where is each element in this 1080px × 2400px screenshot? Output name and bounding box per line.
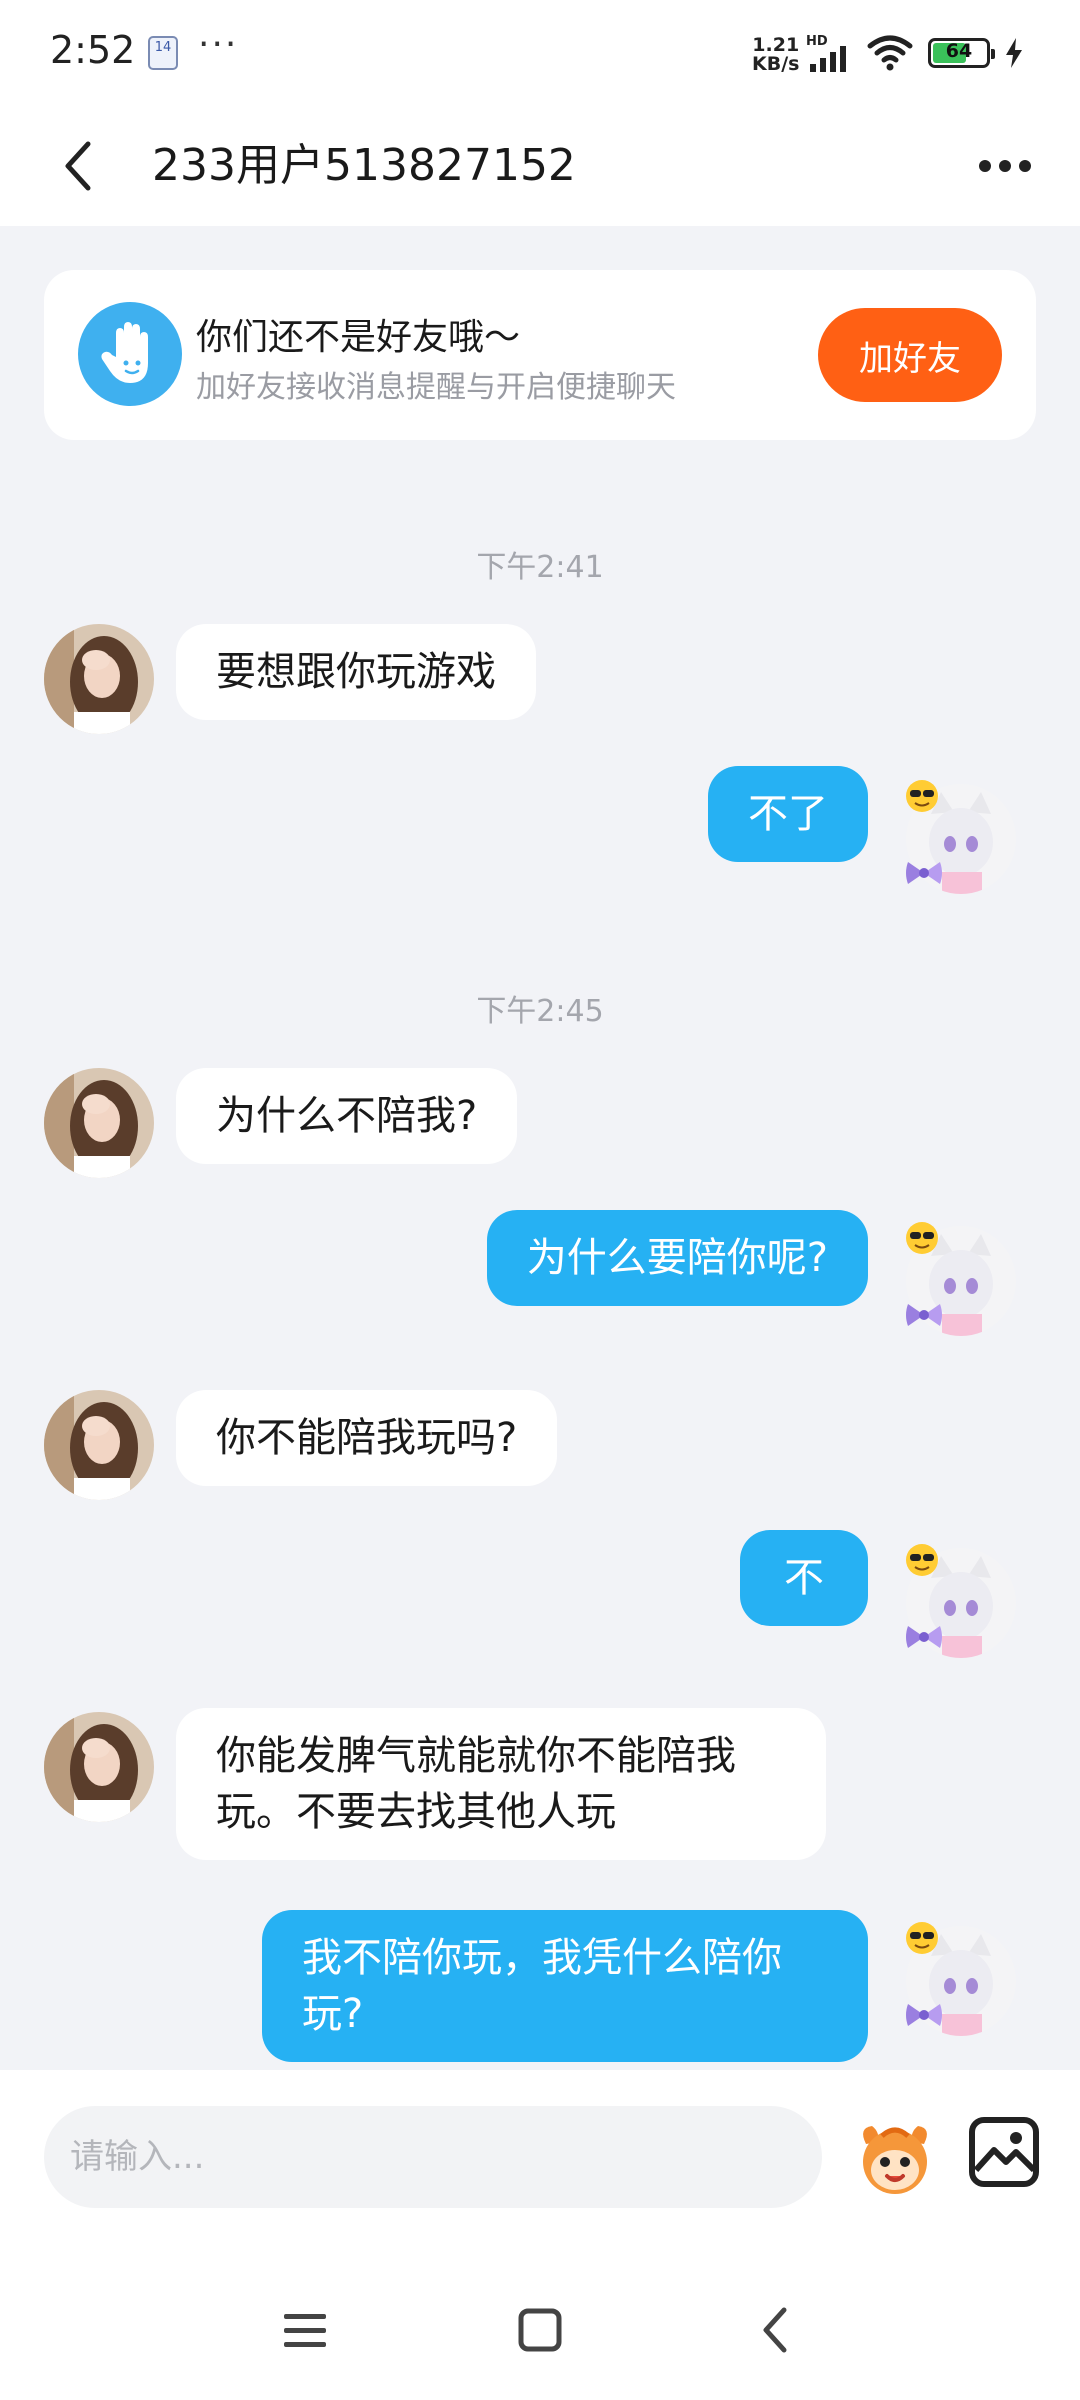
menu-icon [284,2314,326,2347]
emoji-button[interactable] [852,2114,938,2200]
cell-signal-icon [810,46,846,72]
bow-decoration-icon [906,1304,942,1326]
battery-icon: 64 [928,38,995,68]
chat-area[interactable]: 你们还不是好友哦～ 加好友接收消息提醒与开启便捷聊天 加好友 下午2:41 要想… [0,226,1080,2070]
bow-decoration-icon [906,1626,942,1648]
not-friends-banner: 你们还不是好友哦～ 加好友接收消息提醒与开启便捷聊天 加好友 [44,270,1036,440]
home-square-icon [518,2308,562,2352]
home-button[interactable] [505,2300,575,2360]
battery-percent: 64 [945,40,973,62]
message-input[interactable] [44,2106,822,2208]
status-bar: 2:52 14 ··· 1.21 KB/s HD 64 [0,0,1080,108]
chevron-left-icon [65,141,91,191]
recent-apps-button[interactable] [270,2300,340,2360]
page-title: 233用户513827152 [152,140,576,191]
message-bubble-incoming[interactable]: 你不能陪我玩吗? [176,1390,558,1486]
more-options-button[interactable] [970,134,1040,198]
wifi-icon [867,35,913,71]
system-nav-bar [0,2260,1080,2400]
monkey-emoji-icon [863,2126,927,2194]
message-bubble-outgoing[interactable]: 不了 [708,766,868,862]
contact-avatar[interactable] [44,1712,154,1822]
message-bubble-incoming[interactable]: 要想跟你玩游戏 [176,624,536,720]
chat-header: 233用户513827152 [0,108,1080,226]
calendar-notification-icon: 14 [148,36,178,70]
contact-avatar[interactable] [44,1068,154,1178]
bow-decoration-icon [906,862,942,884]
message-bubble-outgoing[interactable]: 为什么要陪你呢? [486,1210,868,1306]
network-speed-unit: KB/s [752,53,800,75]
banner-title: 你们还不是好友哦～ [196,317,521,358]
message-bubble-incoming[interactable]: 为什么不陪我? [176,1068,518,1164]
message-bubble-outgoing[interactable]: 不 [740,1530,868,1626]
message-bubble-incoming[interactable]: 你能发脾气就能就你不能陪我玩。不要去找其他人玩 [176,1708,826,1860]
banner-subtitle: 加好友接收消息提醒与开启便捷聊天 [196,370,676,405]
sunglasses-emoji-icon [906,1544,938,1576]
input-bar [0,2070,1080,2260]
wave-hand-icon [78,302,182,406]
charging-icon [1006,38,1022,68]
back-button[interactable] [48,134,108,198]
sunglasses-emoji-icon [906,1922,938,1954]
more-dots-icon [979,160,1031,172]
more-notifications-icon: ··· [198,24,239,65]
add-friend-button[interactable]: 加好友 [818,308,1002,402]
network-speed: 1.21 KB/s [752,36,799,74]
image-button[interactable] [966,2114,1042,2190]
status-time: 2:52 [50,28,136,72]
back-triangle-icon [763,2307,787,2353]
contact-avatar[interactable] [44,624,154,734]
message-timestamp: 下午2:45 [476,994,604,1029]
system-back-button[interactable] [740,2300,810,2360]
sunglasses-emoji-icon [906,780,938,812]
message-bubble-outgoing[interactable]: 我不陪你玩，我凭什么陪你玩? [262,1910,868,2062]
contact-avatar[interactable] [44,1390,154,1500]
image-icon [969,2117,1039,2187]
bow-decoration-icon [906,2004,942,2026]
message-timestamp: 下午2:41 [476,550,604,585]
sunglasses-emoji-icon [906,1222,938,1254]
